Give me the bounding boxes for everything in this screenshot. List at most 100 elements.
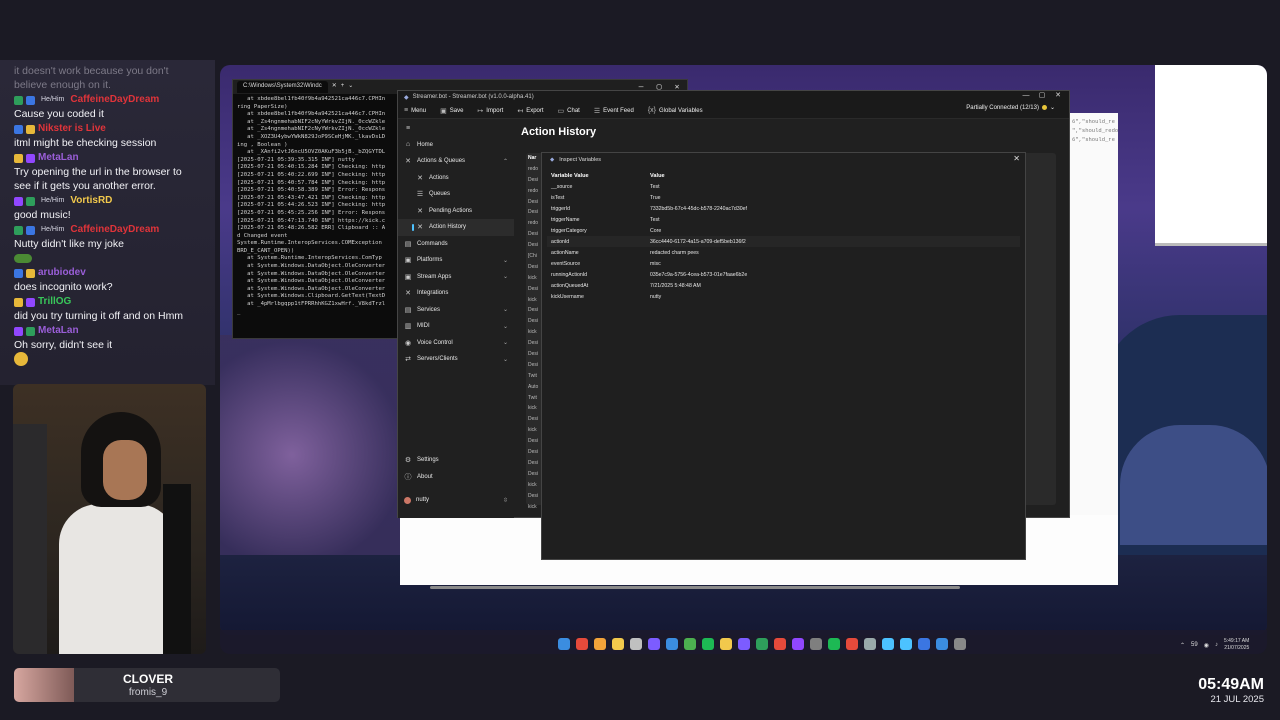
user-profile[interactable]: nutty ⇳ [398,492,514,509]
toolbar-label: Global Variables [659,107,703,114]
wifi-icon[interactable]: ◉ [1204,642,1209,649]
sidebar-item-actions-queues[interactable]: ✕ Actions & Queues ⌃ [398,153,514,170]
dialog-title: Inspect Variables [559,156,602,163]
app-icon[interactable] [720,638,732,650]
new-tab-icon[interactable]: + [341,83,345,91]
sidebar-item-settings[interactable]: ⚙ Settings [398,452,514,469]
chat-message: MetaLan Oh sorry, didn't see it [14,324,201,367]
column-header[interactable]: Value [650,173,1020,179]
toolbar-import-button[interactable]: ↦ Import [477,107,503,115]
browser-scrollbar[interactable] [430,586,960,589]
user-badge-icon [26,268,35,278]
app-icon[interactable] [738,638,750,650]
app-icon[interactable] [648,638,660,650]
table-row[interactable]: runningActionId 035e7c9a-5756-4cea-b573-0… [547,269,1020,280]
chat-username[interactable]: CaffeineDayDream [70,93,159,107]
variable-name: eventSource [551,260,581,267]
desktop: C:\Windows\System32\Windc ✕ + ⌄ — ▢ ✕ at… [220,65,1267,635]
app-icon[interactable] [594,638,606,650]
window-titlebar: ◆ Streamer.bot - Streamer.bot (v1.0.0-al… [398,91,1069,103]
dropdown-icon[interactable]: ⌄ [348,83,353,91]
toolbar-save-button[interactable]: ▣ Save [440,107,463,115]
table-row[interactable]: kickUsername nutty [547,291,1020,302]
variable-value: 7332bd5b-67c4-45dc-b578-2240ac7d30ef [650,205,747,212]
sidebar-item-platforms[interactable]: ▣ Platforms ⌄ [398,252,514,269]
app-icon[interactable] [918,638,930,650]
app-icon[interactable] [702,638,714,650]
sidebar-item-pending-actions[interactable]: ✕ Pending Actions [398,203,514,220]
app-icon[interactable] [630,638,642,650]
speaker-icon[interactable]: ♪ [1215,642,1218,648]
sidebar-item-label: Settings [417,457,439,464]
app-icon[interactable] [756,638,768,650]
sidebar-item-action-history[interactable]: ✕ Action History [398,219,514,236]
app-icon[interactable] [666,638,678,650]
toolbar-event-feed-button[interactable]: ☰ Event Feed [594,107,634,115]
chat-username[interactable]: MetaLan [38,151,79,165]
app-icon[interactable] [774,638,786,650]
chat-username[interactable]: Nikster is Live [38,122,106,136]
toolbar-menu-button[interactable]: ≡ Menu [404,107,426,114]
app-icon[interactable] [846,638,858,650]
sidebar-item-home[interactable]: ⌂ Home [398,137,514,154]
table-row[interactable]: triggerName Test [547,214,1020,225]
connection-status[interactable]: Partially Connected (12/13) ⌄ [966,104,1055,112]
close-tab-icon[interactable]: ✕ [332,83,337,91]
toolbar-chat-button[interactable]: ▭ Chat [558,107,580,115]
app-icon[interactable] [828,638,840,650]
export-icon: ↤ [517,107,524,115]
inspect-variables-dialog[interactable]: ◆ Inspect Variables ✕ Variable Value Valu… [541,152,1026,560]
table-row[interactable]: __source Test [547,181,1020,192]
sidebar-item-about[interactable]: ⓘ About [398,469,514,486]
chat-username[interactable]: CaffeineDayDream [70,223,159,237]
app-icon[interactable] [792,638,804,650]
column-header[interactable]: Variable Value [547,173,650,179]
table-row[interactable]: triggerCategory Core [547,225,1020,236]
nav-icon: ✕ [417,207,423,215]
app-icon[interactable] [576,638,588,650]
app-icon[interactable] [684,638,696,650]
chat-username[interactable]: TrillOG [38,295,71,309]
nav-icon: ✕ [405,158,411,166]
table-row[interactable]: eventSource misc [547,258,1020,269]
chat-message: Nikster is Live itml might be checking se… [14,122,201,150]
hamburger-menu[interactable]: ≡ [398,120,514,137]
chevron-up-icon[interactable]: ⌃ [1180,642,1185,649]
app-icon[interactable] [936,638,948,650]
table-row[interactable]: actionQueuedAt 7/21/2025 5:48:48 AM [547,280,1020,291]
sidebar-item-midi[interactable]: ▥ MIDI ⌄ [398,318,514,335]
sidebar-item-integrations[interactable]: ✕ Integrations [398,285,514,302]
sidebar-item-stream-apps[interactable]: ▣ Stream Apps ⌄ [398,269,514,286]
table-row[interactable]: triggerId 7332bd5b-67c4-45dc-b578-2240ac7… [547,203,1020,214]
app-icon[interactable] [954,638,966,650]
sidebar-item-actions[interactable]: ✕ Actions [398,170,514,187]
toolbar-global-variables-button[interactable]: {x} Global Variables [648,107,703,114]
app-icon[interactable] [882,638,894,650]
app-icon[interactable] [864,638,876,650]
table-row[interactable]: actionName redacted charm pees [547,247,1020,258]
variable-value: 7/21/2025 5:48:48 AM [650,282,701,289]
app-icon[interactable] [558,638,570,650]
tray-clock[interactable]: 5:49:17 AM 21/07/2025 [1224,638,1249,652]
user-badge-icon [26,196,35,206]
chat-username[interactable]: arubiodev [38,266,86,280]
table-row[interactable]: actionId 36cc4440-6172-4a15-a709-def5beb1… [547,236,1020,247]
variable-name: actionId [551,238,570,245]
sidebar-item-servers-clients[interactable]: ⇄ Servers/Clients ⌄ [398,351,514,368]
app-icon[interactable] [810,638,822,650]
sidebar-item-voice-control[interactable]: ◉ Voice Control ⌄ [398,335,514,352]
close-icon[interactable]: ✕ [1013,154,1020,163]
chat-username[interactable]: VortisRD [70,194,112,208]
close-icon[interactable]: ✕ [1048,90,1068,102]
toolbar-export-button[interactable]: ↤ Export [517,107,543,115]
sidebar-item-queues[interactable]: ☰ Queues [398,186,514,203]
table-row[interactable]: isTest True [547,192,1020,203]
sidebar-item-services[interactable]: ▤ Services ⌄ [398,302,514,319]
sidebar-item-commands[interactable]: ▤ Commands [398,236,514,253]
app-icon[interactable] [900,638,912,650]
app-icon[interactable] [612,638,624,650]
chat-message-text: good music! [14,209,71,221]
chat-username[interactable]: MetaLan [38,324,79,338]
variable-name: actionQueuedAt [551,282,589,289]
terminal-tab[interactable]: C:\Windows\System32\Windc [237,81,328,93]
